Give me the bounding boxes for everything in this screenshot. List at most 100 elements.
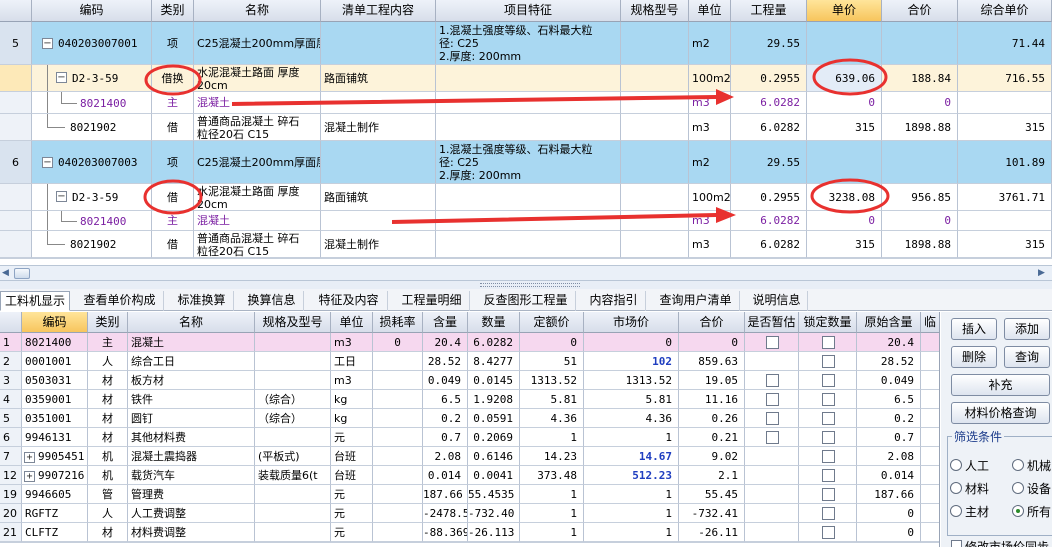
supplement-button[interactable]: 补充 [951,374,1050,396]
filter-radio-material[interactable] [950,482,962,494]
scroll-left-icon[interactable]: ◀ [2,268,9,278]
table-row[interactable]: 12 +9907216 机载货汽车 装载质量6(t 台班 0.014 0.0041 373.4… [0,466,939,485]
table-row[interactable]: 19 9946605 管管理费元 187.66 55.4535 1 1 55.45 187.66 [0,485,939,504]
tab-features-content[interactable]: 特征及内容 [310,291,388,311]
table-row[interactable]: 4 0359001 材铁件 （综合） kg 6.5 1.9208 5.81 5.81 11.16 6… [0,390,939,409]
header-quota-price[interactable]: 定额价 [520,312,584,333]
cell-market: 1 [584,523,679,542]
header-market-price[interactable]: 市场价 [584,312,679,333]
provisional-checkbox[interactable] [765,393,779,406]
cell-type: 材 [88,409,128,428]
sync-market-price-checkbox[interactable] [951,540,962,547]
cell-prov [745,504,799,523]
filter-radio-equipment[interactable] [1012,482,1024,494]
provisional-checkbox[interactable] [765,431,779,444]
filter-label: 设备 [1027,482,1052,496]
table-row[interactable]: 5 0351001 材圆钉 （综合） kg 0.2 0.0591 4.36 4.36 0.26 0.… [0,409,939,428]
lock-quantity-checkbox[interactable] [821,450,835,463]
lock-quantity-checkbox[interactable] [821,526,835,539]
pane-splitter[interactable] [0,281,1052,289]
scroll-right-icon[interactable]: ▶ [1038,268,1045,278]
cell-market: 0 [584,333,679,352]
cell-prov [745,485,799,504]
cell-temp [921,504,939,523]
tab-quantity-detail[interactable]: 工程量明细 [394,291,470,311]
filter-radio-machine[interactable] [1012,459,1024,471]
header-original-content[interactable]: 原始含量 [857,312,921,333]
table-row[interactable]: 1 8021400 主混凝土 m3 0 20.4 6.0282 0 0 0 20.4 [0,333,939,352]
table-row[interactable]: 2 0001001 人综合工日 工日 28.52 8.4277 51 102 859.63 28.… [0,352,939,371]
cell-idx: 5 [0,409,22,428]
lock-quantity-checkbox[interactable] [821,507,835,520]
cell-content: 20.4 [423,333,468,352]
cell-name: 圆钉 [128,409,255,428]
lock-quantity-checkbox[interactable] [821,469,835,482]
provisional-checkbox[interactable] [765,374,779,387]
tab-standard-conversion[interactable]: 标准换算 [170,291,234,311]
query-button[interactable]: 查询 [1004,346,1050,368]
header-temp[interactable]: 临 [921,312,939,333]
lock-quantity-checkbox[interactable] [821,412,835,425]
header-code[interactable]: 编码 [22,312,88,333]
header-index [0,312,22,333]
filter-group: 筛选条件 人工 机械 材料 设备 主材 所有 [947,428,1052,536]
cell-content: 0.2 [423,409,468,428]
header-total[interactable]: 合价 [679,312,745,333]
cell-market: 5.81 [584,390,679,409]
delete-button[interactable]: 删除 [951,346,997,368]
cell-prov [745,466,799,485]
lock-quantity-checkbox[interactable] [821,355,835,368]
cell-temp [921,428,939,447]
cell-market: 1 [584,485,679,504]
cell-total: 19.05 [679,371,745,390]
table-row[interactable]: 3 0503031 材板方材 m3 0.049 0.0145 1313.52 1313.52 1… [0,371,939,390]
header-unit[interactable]: 单位 [331,312,373,333]
cell-code: 0503031 [22,371,88,390]
table-row[interactable]: 6 9946131 材其他材料费元 0.7 0.2069 1 1 0.21 0.7 [0,428,939,447]
header-name[interactable]: 名称 [128,312,255,333]
tab-conversion-info[interactable]: 换算信息 [240,291,304,311]
filter-radio-labor[interactable] [950,459,962,471]
header-spec[interactable]: 规格及型号 [255,312,331,333]
cell-quota: 1 [520,485,584,504]
header-quantity[interactable]: 数量 [468,312,520,333]
header-lock-quantity[interactable]: 锁定数量 [799,312,857,333]
table-row[interactable]: 7 +9905451 机混凝土震捣器 (平板式) 台班 2.08 0.6146 14.23 14… [0,447,939,466]
lock-quantity-checkbox[interactable] [821,374,835,387]
cell-idx: 7 [0,447,22,466]
cell-orig: 20.4 [857,333,921,352]
filter-radio-main-material[interactable] [950,505,962,517]
header-loss-rate[interactable]: 损耗率 [373,312,423,333]
header-content[interactable]: 含量 [423,312,468,333]
horizontal-scrollbar[interactable]: ◀ ▶ [0,265,1052,281]
header-type[interactable]: 类别 [88,312,128,333]
material-price-query-button[interactable]: 材料价格查询 [951,402,1050,424]
scrollbar-thumb[interactable] [14,268,30,279]
expand-toggle-icon[interactable]: + [24,470,35,482]
cell-market: 1 [584,504,679,523]
table-row[interactable]: 21 CLFTZ 材材料费调整元 -88.369 -26.113 1 1 -26.11 0 [0,523,939,542]
lock-quantity-checkbox[interactable] [821,336,835,349]
filter-radio-all[interactable] [1012,505,1024,517]
tab-query-user-list[interactable]: 查询用户清单 [652,291,740,311]
lock-quantity-checkbox[interactable] [821,393,835,406]
cell-spec [255,333,331,352]
tab-unit-price-composition[interactable]: 查看单价构成 [76,291,164,311]
header-provisional[interactable]: 是否暂估 [745,312,799,333]
cell-qty: 1.9208 [468,390,520,409]
expand-toggle-icon[interactable]: + [24,451,35,463]
lock-quantity-checkbox[interactable] [821,431,835,444]
tab-description[interactable]: 说明信息 [746,291,808,311]
lock-quantity-checkbox[interactable] [821,488,835,501]
provisional-checkbox[interactable] [765,336,779,349]
provisional-checkbox[interactable] [765,412,779,425]
tab-reverse-graphic-quantity[interactable]: 反查图形工程量 [476,291,576,311]
add-button[interactable]: 添加 [1004,318,1050,340]
insert-button[interactable]: 插入 [951,318,997,340]
cell-total: 55.45 [679,485,745,504]
cell-orig: 187.66 [857,485,921,504]
cell-content: 0.049 [423,371,468,390]
tab-content-guide[interactable]: 内容指引 [582,291,646,311]
tab-labor-material-machine[interactable]: 工料机显示 [0,291,70,311]
table-row[interactable]: 20 RGFTZ 人人工费调整元 -2478.5 -732.40 1 1 -732.41 0 [0,504,939,523]
